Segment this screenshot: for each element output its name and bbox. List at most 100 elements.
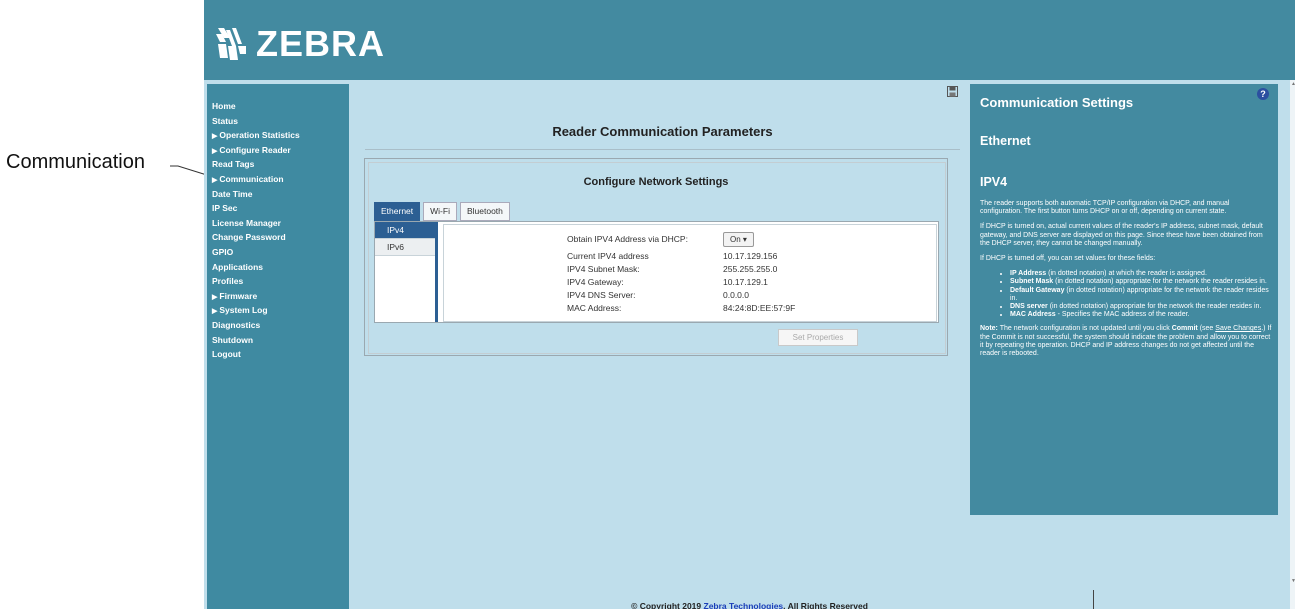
ipv4-form: Obtain IPV4 Address via DHCP: On ▾ Curren… — [443, 224, 937, 322]
footer-prefix: © Copyright 2019 — [631, 601, 704, 609]
note-commit: Commit — [1171, 325, 1198, 333]
help-list-term: MAC Address — [1010, 311, 1056, 319]
sidebar-item-label: Status — [212, 115, 238, 126]
sidebar-item-label: Applications — [212, 261, 264, 272]
sidebar-item-label: Configure Reader — [219, 144, 291, 155]
sidebar-item-change-password[interactable]: Change Password — [212, 230, 349, 245]
note-text-a: The network configuration is not updated… — [997, 325, 1172, 333]
zebra-head-icon — [216, 28, 246, 60]
dns-server-label: IPV4 DNS Server: — [567, 290, 636, 300]
sidebar-item-license-manager[interactable]: License Manager — [212, 216, 349, 231]
sidebar-item-home[interactable]: Home — [212, 99, 349, 114]
sidebar-item-diagnostics[interactable]: Diagnostics — [212, 318, 349, 333]
page-title: Reader Communication Parameters — [552, 124, 773, 139]
vtab-ipv6[interactable]: IPv6 — [375, 239, 435, 256]
mac-address-value: 84:24:8D:EE:57:9F — [723, 303, 796, 313]
help-list-item: Default Gateway (in dotted notation) app… — [1010, 287, 1272, 303]
help-subtitle: Ethernet — [980, 134, 1031, 148]
mac-address-label: MAC Address: — [567, 303, 622, 313]
help-paragraph: If DHCP is turned off, you can set value… — [980, 255, 1156, 263]
vtab-ipv4[interactable]: IPv4 — [375, 222, 435, 239]
sidebar-item-label: Shutdown — [212, 334, 254, 345]
dns-server-value: 0.0.0.0 — [723, 290, 749, 300]
help-question-icon[interactable]: ? — [1257, 88, 1269, 100]
sidebar-item-communication[interactable]: ▶ Communication — [212, 172, 349, 187]
sidebar-item-firmware[interactable]: ▶ Firmware — [212, 289, 349, 304]
tab-bluetooth[interactable]: Bluetooth — [459, 202, 510, 221]
help-list-text: (in dotted notation) at which the reader… — [1046, 270, 1207, 278]
help-list-item: MAC Address - Specifies the MAC address … — [1010, 311, 1272, 319]
sidebar-item-label: Communication — [219, 173, 284, 184]
help-field-list: IP Address (in dotted notation) at which… — [980, 270, 1272, 319]
footer-suffix: . All Rights Reserved — [783, 601, 868, 609]
sidebar-item-shutdown[interactable]: Shutdown — [212, 333, 349, 348]
save-changes-link[interactable]: Save Changes — [1215, 325, 1261, 332]
help-list-text: (in dotted notation) appropriate for the… — [1053, 278, 1267, 286]
note-text-b: (see — [1197, 325, 1216, 333]
help-list-text: (in dotted notation) appropriate for the… — [1047, 303, 1262, 311]
sidebar-item-label: Read Tags — [212, 159, 255, 170]
set-properties-button[interactable]: Set Properties — [778, 329, 858, 346]
tab-ethernet[interactable]: Ethernet — [374, 202, 421, 221]
sidebar-item-label: Operation Statistics — [219, 130, 300, 141]
save-icon[interactable] — [947, 86, 959, 98]
help-list-item: Subnet Mask (in dotted notation) appropr… — [1010, 278, 1272, 286]
header-bar: ZEBRA — [204, 0, 1295, 80]
subnet-mask-row: IPV4 Subnet Mask: 255.255.255.0 — [567, 264, 777, 274]
network-settings-panel: Configure Network Settings Ethernet Wi-F… — [364, 158, 948, 356]
subnet-mask-label: IPV4 Subnet Mask: — [567, 264, 640, 274]
zebra-logo: ZEBRA — [212, 23, 385, 65]
sidebar-item-ip-sec[interactable]: IP Sec — [212, 201, 349, 216]
sidebar-item-label: Change Password — [212, 232, 286, 243]
tab-wifi[interactable]: Wi-Fi — [423, 202, 457, 221]
sidebar-item-date-time[interactable]: Date Time — [212, 187, 349, 202]
browser-frame: ZEBRA Home Status ▶ Operation Statistics ▶ Co… — [204, 0, 1295, 609]
sidebar-item-label: License Manager — [212, 217, 281, 228]
sidebar-item-logout[interactable]: Logout — [212, 347, 349, 362]
help-list-term: IP Address — [1010, 270, 1047, 278]
subnet-mask-value: 255.255.255.0 — [723, 264, 778, 274]
dns-server-row: IPV4 DNS Server: 0.0.0.0 — [567, 290, 749, 300]
footer: © Copyright 2019 Zebra Technologies. All… — [204, 601, 1295, 609]
sidebar-item-label: Logout — [212, 349, 241, 360]
sidebar-item-operation-statistics[interactable]: ▶ Operation Statistics — [212, 128, 349, 143]
sidebar-item-read-tags[interactable]: Read Tags — [212, 157, 349, 172]
sidebar-item-label: System Log — [219, 305, 268, 316]
help-list-term: Default Gateway — [1010, 286, 1065, 294]
help-list-item: IP Address (in dotted notation) at which… — [1010, 270, 1272, 278]
sidebar-nav: Home Status ▶ Operation Statistics ▶ Configur… — [207, 84, 349, 609]
sidebar-item-applications[interactable]: Applications — [212, 260, 349, 275]
help-list-item: DNS server (in dotted notation) appropri… — [1010, 303, 1272, 311]
dhcp-select[interactable]: On ▾ — [723, 232, 754, 247]
ipv4-address-value: 10.17.129.156 — [723, 251, 778, 261]
sidebar-item-label: Home — [212, 101, 236, 111]
help-body: The reader supports both automatic TCP/I… — [980, 200, 1272, 365]
dhcp-label: Obtain IPV4 Address via DHCP: — [567, 234, 688, 244]
sidebar-item-profiles[interactable]: Profiles — [212, 274, 349, 289]
panel-title: Configure Network Settings — [583, 176, 729, 188]
scroll-down-icon[interactable]: ▼ — [1291, 578, 1295, 584]
help-section-title: IPV4 — [980, 175, 1008, 189]
expand-arrow-icon: ▶ — [212, 308, 218, 316]
sidebar-item-system-log[interactable]: ▶ System Log — [212, 303, 349, 318]
sidebar-item-gpio[interactable]: GPIO — [212, 245, 349, 260]
sidebar-item-configure-reader[interactable]: ▶ Configure Reader — [212, 143, 349, 158]
ethernet-tab-body: IPv4 IPv6 Obtain IPV4 Address via DHCP: O… — [374, 221, 939, 323]
sidebar-item-status[interactable]: Status — [212, 114, 349, 129]
gateway-row: IPV4 Gateway: 10.17.129.1 — [567, 277, 768, 287]
zebra-technologies-link[interactable]: Zebra Technologies — [704, 601, 784, 609]
communication-callout-label: Communication — [6, 151, 145, 173]
scroll-up-icon[interactable]: ▲ — [1291, 81, 1295, 87]
page-scrollbar[interactable] — [1290, 80, 1295, 609]
help-title: Communication Settings — [980, 95, 1134, 110]
sidebar-item-label: Diagnostics — [212, 319, 261, 330]
help-list-term: Subnet Mask — [1010, 278, 1054, 286]
sidebar-item-label: Firmware — [219, 290, 258, 301]
help-list-term: DNS server — [1010, 303, 1048, 311]
ipv4-address-label: Current IPV4 address — [567, 251, 649, 261]
expand-arrow-icon: ▶ — [212, 293, 218, 301]
note-label: Note: — [980, 325, 998, 333]
brand-name: ZEBRA — [256, 23, 385, 64]
expand-arrow-icon: ▶ — [212, 176, 218, 184]
sidebar-item-label: Date Time — [212, 188, 253, 199]
